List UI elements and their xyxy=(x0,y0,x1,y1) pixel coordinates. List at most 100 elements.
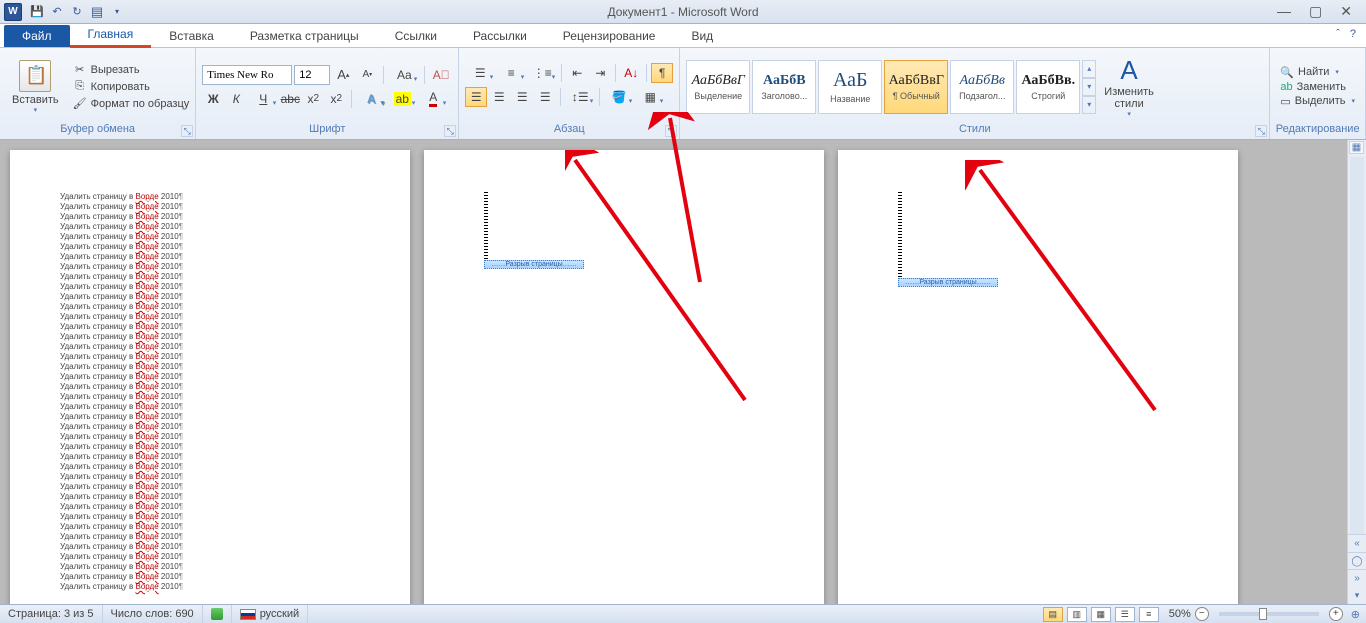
styles-launcher-icon[interactable]: ⤡ xyxy=(1255,125,1267,137)
status-language[interactable]: русский xyxy=(232,605,308,623)
tab-refs[interactable]: Ссылки xyxy=(377,25,455,47)
paste-button[interactable]: Вставить ▾ xyxy=(4,56,67,118)
help-icon[interactable]: ? xyxy=(1350,28,1356,40)
ruler-toggle-icon[interactable]: ▦ xyxy=(1349,141,1364,154)
zoom-fit-icon[interactable]: ⊕ xyxy=(1351,608,1360,621)
font-color-icon[interactable]: A xyxy=(418,89,448,109)
next-page-icon[interactable]: » xyxy=(1348,569,1366,587)
redo-icon[interactable]: ↻ xyxy=(68,3,86,21)
italic-icon[interactable]: К xyxy=(225,89,247,109)
strike-icon[interactable]: abc xyxy=(279,89,301,109)
zoom-out-icon[interactable]: − xyxy=(1195,607,1209,621)
window-title: Документ1 - Microsoft Word xyxy=(607,5,758,19)
line-spacing-icon[interactable]: ↕☰ xyxy=(565,87,595,107)
clear-formatting-icon[interactable]: A⃠ xyxy=(430,65,452,85)
font-name-input[interactable] xyxy=(202,65,292,85)
outline-view-icon[interactable]: ☰ xyxy=(1115,607,1135,622)
status-proofing[interactable] xyxy=(203,605,232,623)
document-area[interactable]: Удалить страницу в Ворде 2010¶Удалить ст… xyxy=(0,140,1347,604)
highlight-icon[interactable]: ab xyxy=(387,89,417,109)
tab-review[interactable]: Рецензирование xyxy=(545,25,674,47)
page-1[interactable]: Удалить страницу в Ворде 2010¶Удалить ст… xyxy=(10,150,410,604)
status-page[interactable]: Страница: 3 из 5 xyxy=(0,605,103,623)
page-3[interactable]: ……Разрыв страницы…… xyxy=(838,150,1238,604)
multilevel-icon[interactable]: ⋮≡ xyxy=(527,63,557,83)
minimize-icon[interactable]: — xyxy=(1277,3,1291,20)
align-left-icon[interactable]: ☰ xyxy=(465,87,487,107)
page-2[interactable]: ……Разрыв страницы…… xyxy=(424,150,824,604)
bullets-icon[interactable]: ☰ xyxy=(465,63,495,83)
fullscreen-view-icon[interactable]: ▥ xyxy=(1067,607,1087,622)
draft-view-icon[interactable]: ≡ xyxy=(1139,607,1159,622)
paragraph-launcher-icon[interactable]: ⤡ xyxy=(665,125,677,137)
borders-icon[interactable]: ▦ xyxy=(635,87,665,107)
group-label-styles: Стили xyxy=(684,123,1265,137)
font-size-input[interactable] xyxy=(294,65,330,85)
proofing-icon xyxy=(211,608,223,620)
styles-up-icon[interactable]: ▴ xyxy=(1082,60,1096,78)
undo-icon[interactable]: ↶ xyxy=(48,3,66,21)
scroll-track[interactable] xyxy=(1350,157,1364,534)
minimize-ribbon-icon[interactable]: ˆ xyxy=(1336,28,1340,40)
shrink-font-icon[interactable]: A▾ xyxy=(356,65,378,85)
grow-font-icon[interactable]: A▴ xyxy=(332,65,354,85)
superscript-icon[interactable]: x2 xyxy=(325,89,347,109)
underline-icon[interactable]: Ч xyxy=(248,89,278,109)
bold-icon[interactable]: Ж xyxy=(202,89,224,109)
vertical-scrollbar[interactable]: ▴ « ◯ » ▾ xyxy=(1347,140,1366,604)
find-button[interactable]: 🔍Найти▾ xyxy=(1280,66,1355,79)
replace-button[interactable]: abЗаменить xyxy=(1280,81,1355,93)
prev-page-icon[interactable]: « xyxy=(1348,534,1366,552)
qat-dropdown-icon[interactable]: ▾ xyxy=(108,3,126,21)
style-[interactable]: АаБбВЗаголово... xyxy=(752,60,816,114)
select-button[interactable]: ▭Выделить▾ xyxy=(1280,95,1355,108)
qat-custom-icon[interactable]: ▤ xyxy=(88,3,106,21)
group-paragraph: ☰ ≡ ⋮≡ ⇤ ⇥ A↓ ¶ ☰ ☰ ☰ ☰ ↕☰ 🪣 ▦ xyxy=(459,48,680,139)
shading-icon[interactable]: 🪣 xyxy=(604,87,634,107)
style-[interactable]: АаБНазвание xyxy=(818,60,882,114)
tab-view[interactable]: Вид xyxy=(673,25,731,47)
show-marks-icon[interactable]: ¶ xyxy=(651,63,673,83)
style-[interactable]: АаБбВвГВыделение xyxy=(686,60,750,114)
print-layout-view-icon[interactable]: ▤ xyxy=(1043,607,1063,622)
close-icon[interactable]: ✕ xyxy=(1340,3,1352,20)
status-words[interactable]: Число слов: 690 xyxy=(103,605,203,623)
format-painter-button[interactable]: 🖌Формат по образцу xyxy=(71,96,192,111)
ribbon: Вставить ▾ ✂Вырезать ⎘Копировать 🖌Формат… xyxy=(0,48,1366,140)
cut-button[interactable]: ✂Вырезать xyxy=(71,62,192,77)
browse-object-icon[interactable]: ◯ xyxy=(1348,552,1366,570)
style-[interactable]: АаБбВв.Строгий xyxy=(1016,60,1080,114)
tab-file[interactable]: Файл xyxy=(4,25,70,47)
numbering-icon[interactable]: ≡ xyxy=(496,63,526,83)
outdent-icon[interactable]: ⇤ xyxy=(566,63,588,83)
change-case-icon[interactable]: Aa xyxy=(389,65,419,85)
sort-icon[interactable]: A↓ xyxy=(620,63,642,83)
change-styles-button[interactable]: A Изменить стили ▾ xyxy=(1096,51,1162,122)
zoom-slider[interactable] xyxy=(1219,612,1319,616)
copy-button[interactable]: ⎘Копировать xyxy=(71,79,192,94)
zoom-in-icon[interactable]: + xyxy=(1329,607,1343,621)
zoom-level[interactable]: 50% xyxy=(1169,608,1191,620)
indent-icon[interactable]: ⇥ xyxy=(589,63,611,83)
tab-insert[interactable]: Вставка xyxy=(151,25,232,47)
styles-down-icon[interactable]: ▾ xyxy=(1082,78,1096,96)
style-[interactable]: АаБбВвПодзагол... xyxy=(950,60,1014,114)
align-right-icon[interactable]: ☰ xyxy=(511,87,533,107)
styles-more-icon[interactable]: ▾ xyxy=(1082,96,1096,114)
justify-icon[interactable]: ☰ xyxy=(534,87,556,107)
statusbar: Страница: 3 из 5 Число слов: 690 русский… xyxy=(0,604,1366,623)
save-icon[interactable]: 💾 xyxy=(28,3,46,21)
web-view-icon[interactable]: ▦ xyxy=(1091,607,1111,622)
maximize-icon[interactable]: ▢ xyxy=(1309,3,1322,20)
subscript-icon[interactable]: x2 xyxy=(302,89,324,109)
text-effects-icon[interactable]: A xyxy=(356,89,386,109)
tab-home[interactable]: Главная xyxy=(70,23,152,48)
clipboard-launcher-icon[interactable]: ⤡ xyxy=(181,125,193,137)
align-center-icon[interactable]: ☰ xyxy=(488,87,510,107)
group-clipboard: Вставить ▾ ✂Вырезать ⎘Копировать 🖌Формат… xyxy=(0,48,196,139)
tab-mail[interactable]: Рассылки xyxy=(455,25,545,47)
scroll-down-icon[interactable]: ▾ xyxy=(1348,587,1366,604)
font-launcher-icon[interactable]: ⤡ xyxy=(444,125,456,137)
tab-layout[interactable]: Разметка страницы xyxy=(232,25,377,47)
style-[interactable]: АаБбВвГ¶ Обычный xyxy=(884,60,948,114)
